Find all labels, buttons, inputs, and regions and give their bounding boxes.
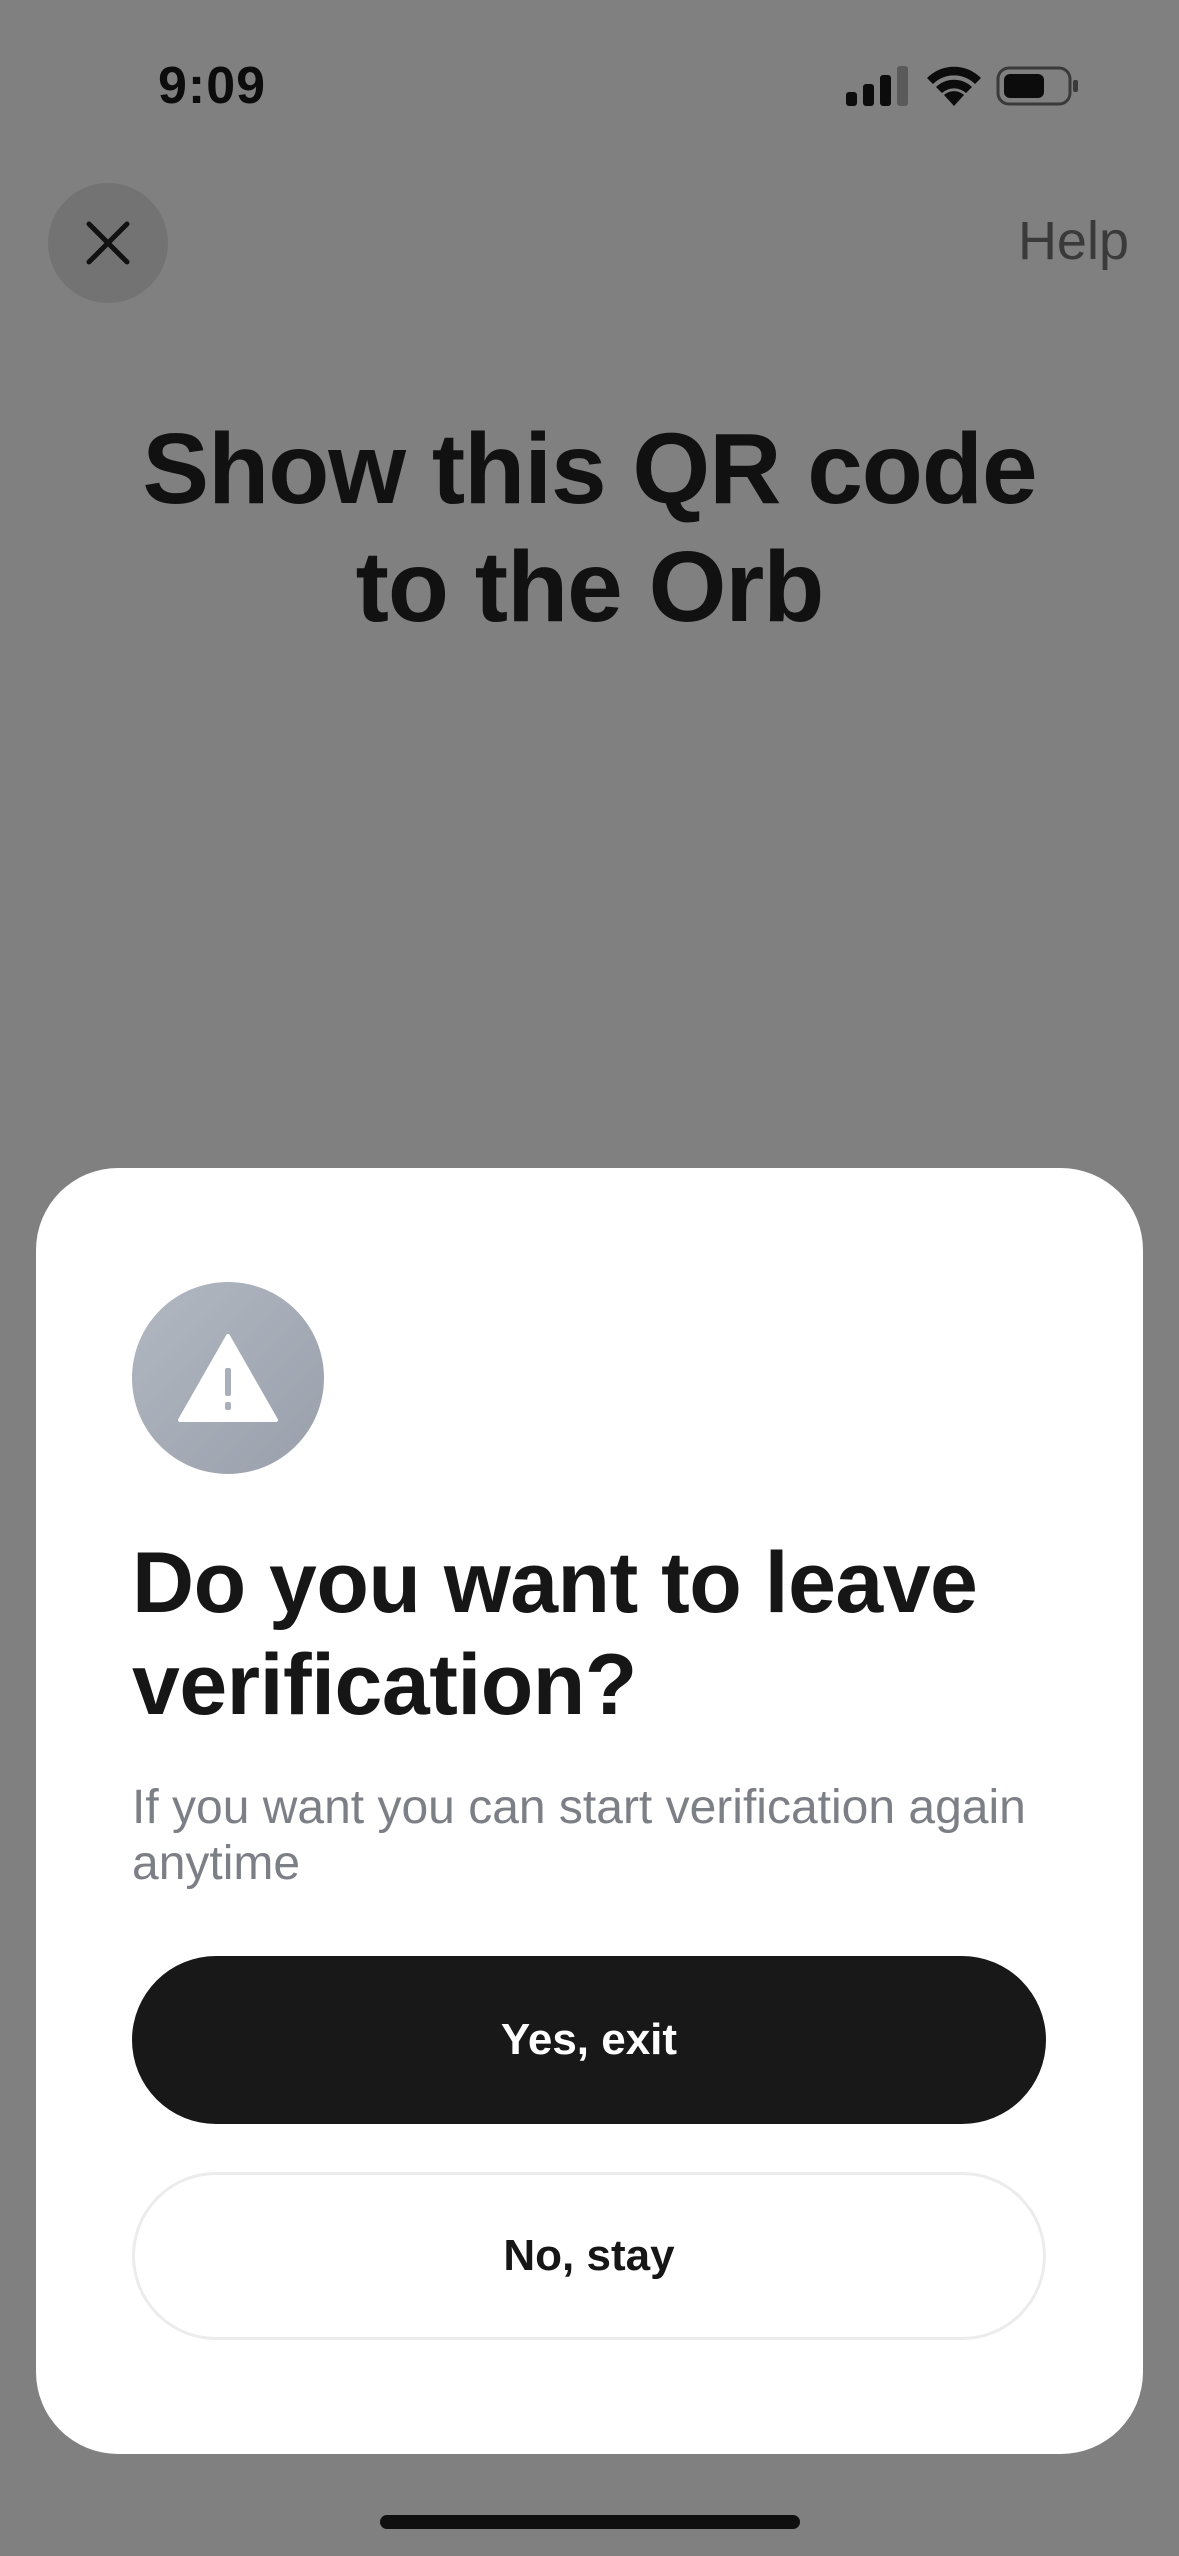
wifi-icon bbox=[927, 66, 981, 106]
battery-icon bbox=[996, 66, 1078, 106]
dialog-subtitle: If you want you can start verification a… bbox=[132, 1781, 1026, 1890]
page-title-line-1: Show this QR code bbox=[142, 413, 1037, 525]
home-indicator[interactable] bbox=[380, 2515, 800, 2529]
leave-verification-dialog: Do you want to leave verification? If yo… bbox=[36, 1168, 1143, 2454]
close-icon bbox=[86, 221, 130, 265]
page-title-line-2: to the Orb bbox=[355, 531, 825, 643]
warning-triangle-icon bbox=[178, 1334, 278, 1422]
dialog-title: Do you want to leave verification? bbox=[132, 1535, 978, 1733]
cellular-signal-icon bbox=[846, 66, 908, 106]
status-time: 9:09 bbox=[158, 57, 267, 115]
status-icons bbox=[840, 62, 1080, 112]
no-stay-button[interactable]: No, stay bbox=[132, 2172, 1046, 2340]
yes-exit-button[interactable]: Yes, exit bbox=[132, 1956, 1046, 2124]
close-button[interactable] bbox=[48, 183, 168, 303]
warning-badge bbox=[132, 1282, 324, 1474]
page-title: Show this QR code to the Orb bbox=[0, 410, 1179, 646]
help-link[interactable]: Help bbox=[1018, 210, 1129, 272]
